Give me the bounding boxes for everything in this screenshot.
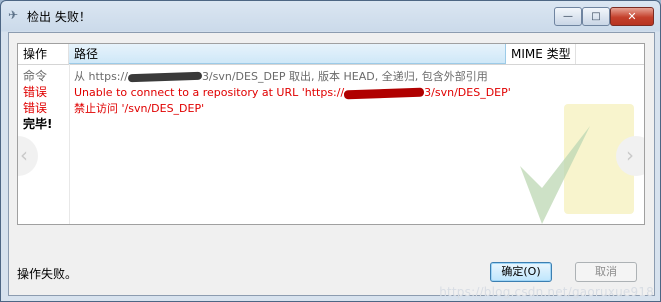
- cancel-button[interactable]: 取消: [575, 262, 637, 282]
- window-title: 检出 失败！: [27, 10, 91, 24]
- table-row[interactable]: 命令 从 https:// 3/svn/DES_DEP 取出, 版本 HEAD, …: [18, 69, 644, 84]
- minimize-button[interactable]: —: [554, 7, 582, 26]
- dialog-client-area: 操作 路径 MIME 类型 › ‹ 命令 从 https://3/svn/DES…: [8, 32, 655, 296]
- maximize-button[interactable]: □: [582, 7, 610, 26]
- background-checkmark-icon: [520, 126, 590, 224]
- row-path-prefix: Unable to connect to a repository at URL…: [74, 86, 345, 99]
- row-path: 禁止访问 '/svn/DES_DEP': [74, 102, 205, 115]
- row-action: 错误: [23, 101, 48, 115]
- list-header: 操作 路径 MIME 类型: [18, 44, 644, 65]
- close-button[interactable]: ✕: [610, 7, 654, 26]
- column-header-path[interactable]: 路径: [69, 44, 506, 64]
- row-action: 完毕!: [23, 117, 53, 131]
- row-path-suffix: 3/svn/DES_DEP 取出, 版本 HEAD, 全递归, 包含外部引用: [201, 70, 488, 83]
- row-path: Unable to connect to a repository at URL…: [74, 85, 511, 100]
- dialog-window: ✈ 检出 失败！ — □ ✕ 操作 路径 MIME 类型 › ‹ 命令 从 ht…: [0, 0, 661, 302]
- status-message: 操作失败。: [17, 267, 78, 281]
- row-action: 命令: [23, 69, 48, 83]
- column-header-action[interactable]: 操作: [18, 44, 69, 64]
- row-path-suffix: 3/svn/DES_DEP': [424, 86, 511, 99]
- watermark-text: https://blog.csdn.net/gaoruxue918: [439, 285, 654, 299]
- table-row[interactable]: 完毕!: [18, 117, 644, 132]
- table-row[interactable]: 错误 禁止访问 '/svn/DES_DEP': [18, 101, 644, 116]
- prev-arrow-icon: ‹: [18, 136, 38, 176]
- redacted-host: [127, 71, 203, 83]
- ok-button[interactable]: 确定(O): [490, 262, 552, 282]
- redacted-host: [344, 87, 425, 99]
- row-path: 从 https:// 3/svn/DES_DEP 取出, 版本 HEAD, 全递归…: [74, 69, 488, 84]
- row-path-prefix: 从 https://: [74, 70, 128, 83]
- svn-app-icon: ✈: [8, 8, 19, 22]
- results-list[interactable]: 操作 路径 MIME 类型 › ‹ 命令 从 https://3/svn/DES…: [17, 43, 645, 225]
- table-row[interactable]: 错误 Unable to connect to a repository at …: [18, 85, 644, 100]
- column-header-mime-type[interactable]: MIME 类型: [506, 44, 576, 64]
- row-action: 错误: [23, 85, 48, 99]
- title-bar[interactable]: ✈ 检出 失败！ — □ ✕: [1, 1, 660, 31]
